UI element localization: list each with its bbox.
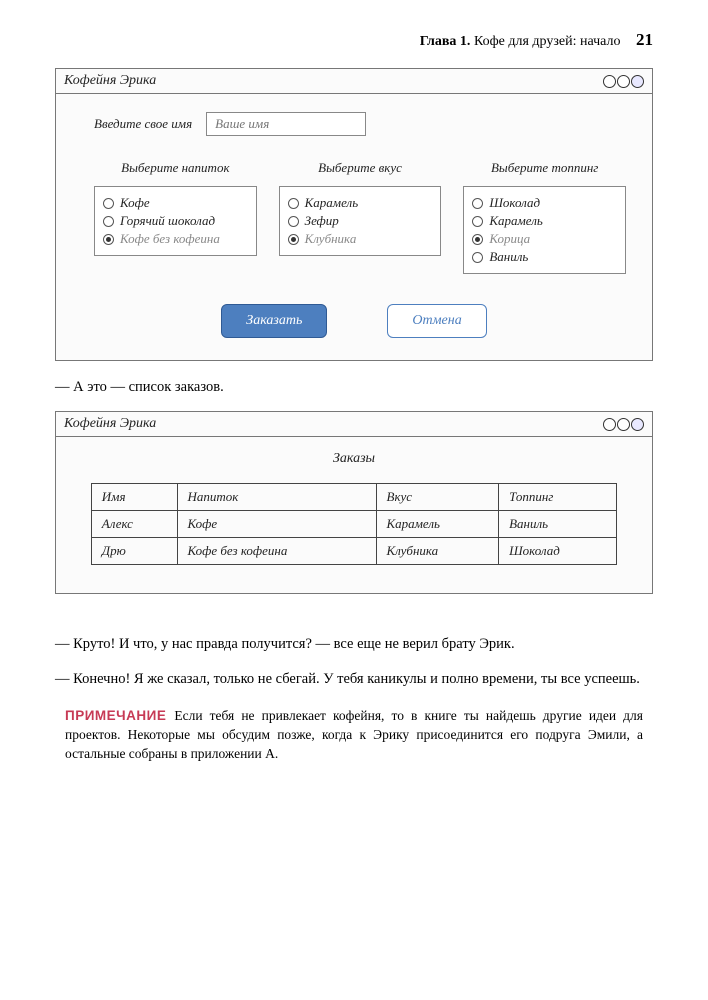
body-text: — А это — список заказов. xyxy=(55,377,653,397)
body-text: — Круто! И что, у нас правда получится? … xyxy=(55,634,653,654)
window-button-icon[interactable] xyxy=(603,75,616,88)
radio-icon xyxy=(103,216,114,227)
window-title: Кофейня Эрика xyxy=(64,416,156,432)
topping-option[interactable]: Корица xyxy=(472,231,617,247)
window-controls xyxy=(603,418,644,431)
table-header: Вкус xyxy=(376,484,499,511)
button-row: Заказать Отмена xyxy=(82,304,626,338)
titlebar: Кофейня Эрика xyxy=(56,69,652,94)
note-label: ПРИМЕЧАНИЕ xyxy=(65,708,166,723)
drink-options: Кофе Горячий шоколад Кофе без кофеина xyxy=(94,186,257,256)
order-button[interactable]: Заказать xyxy=(221,304,327,338)
window-button-icon[interactable] xyxy=(631,418,644,431)
radio-icon xyxy=(472,216,483,227)
table-header: Имя xyxy=(91,484,177,511)
page-number: 21 xyxy=(636,30,653,49)
topping-column: Выберите топпинг Шоколад Карамель Корица… xyxy=(463,160,626,274)
radio-icon xyxy=(288,234,299,245)
titlebar: Кофейня Эрика xyxy=(56,412,652,437)
name-row: Введите свое имя xyxy=(94,112,626,136)
radio-icon xyxy=(288,198,299,209)
orders-body: Заказы Имя Напиток Вкус Топпинг Алекс Ко… xyxy=(56,437,652,593)
flavor-option[interactable]: Клубника xyxy=(288,231,433,247)
radio-icon xyxy=(472,252,483,263)
flavor-options: Карамель Зефир Клубника xyxy=(279,186,442,256)
page-header: Глава 1. Кофе для друзей: начало 21 xyxy=(55,30,653,50)
window-controls xyxy=(603,75,644,88)
drink-option[interactable]: Кофе без кофеина xyxy=(103,231,248,247)
page: Глава 1. Кофе для друзей: начало 21 Кофе… xyxy=(0,0,708,804)
window-button-icon[interactable] xyxy=(603,418,616,431)
topping-label: Выберите топпинг xyxy=(463,160,626,176)
chapter-title: Кофе для друзей: начало xyxy=(474,34,621,49)
window-button-icon[interactable] xyxy=(617,75,630,88)
cancel-button[interactable]: Отмена xyxy=(387,304,486,338)
note-block: ПРИМЕЧАНИЕЕсли тебя не привлекает кофейн… xyxy=(55,707,653,764)
radio-icon xyxy=(103,234,114,245)
window-button-icon[interactable] xyxy=(617,418,630,431)
drink-label: Выберите напиток xyxy=(94,160,257,176)
drink-option[interactable]: Кофе xyxy=(103,195,248,211)
flavor-option[interactable]: Карамель xyxy=(288,195,433,211)
radio-icon xyxy=(103,198,114,209)
orders-list-mockup: Кофейня Эрика Заказы Имя Напиток Вкус То… xyxy=(55,411,653,594)
flavor-label: Выберите вкус xyxy=(279,160,442,176)
table-header: Топпинг xyxy=(499,484,617,511)
table-row: Алекс Кофе Карамель Ваниль xyxy=(91,511,616,538)
chapter-label: Глава 1. xyxy=(420,34,471,49)
orders-heading: Заказы xyxy=(74,451,634,467)
name-input[interactable] xyxy=(206,112,366,136)
flavor-option[interactable]: Зефир xyxy=(288,213,433,229)
table-header: Напиток xyxy=(177,484,376,511)
topping-option[interactable]: Шоколад xyxy=(472,195,617,211)
body-text: — Конечно! Я же сказал, только не сбегай… xyxy=(55,669,653,689)
radio-icon xyxy=(472,234,483,245)
radio-icon xyxy=(288,216,299,227)
name-prompt-label: Введите свое имя xyxy=(94,116,192,132)
order-form-mockup: Кофейня Эрика Введите свое имя Выберите … xyxy=(55,68,653,361)
flavor-column: Выберите вкус Карамель Зефир Клубника xyxy=(279,160,442,274)
window-title: Кофейня Эрика xyxy=(64,73,156,89)
topping-option[interactable]: Ваниль xyxy=(472,249,617,265)
table-row: Дрю Кофе без кофеина Клубника Шоколад xyxy=(91,538,616,565)
drink-option[interactable]: Горячий шоколад xyxy=(103,213,248,229)
form-body: Введите свое имя Выберите напиток Кофе Г… xyxy=(56,94,652,360)
window-button-icon[interactable] xyxy=(631,75,644,88)
topping-option[interactable]: Карамель xyxy=(472,213,617,229)
choice-row: Выберите напиток Кофе Горячий шоколад Ко… xyxy=(94,160,626,274)
drink-column: Выберите напиток Кофе Горячий шоколад Ко… xyxy=(94,160,257,274)
table-header-row: Имя Напиток Вкус Топпинг xyxy=(91,484,616,511)
orders-table: Имя Напиток Вкус Топпинг Алекс Кофе Кара… xyxy=(91,483,617,565)
radio-icon xyxy=(472,198,483,209)
topping-options: Шоколад Карамель Корица Ваниль xyxy=(463,186,626,274)
